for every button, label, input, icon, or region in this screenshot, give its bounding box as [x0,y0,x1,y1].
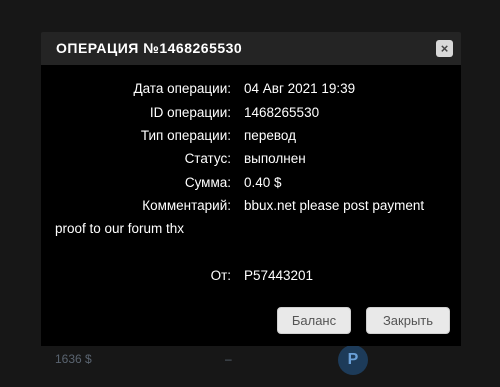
comment-label: Комментарий: [142,198,231,213]
modal-body: Дата операции: 04 Авг 2021 19:39 ID опер… [41,65,461,346]
id-value: 1468265530 [244,105,320,120]
amount-label: Сумма: [184,175,231,190]
payment-system-icon: P [338,345,368,375]
from-label: От: [210,268,231,283]
background-dash: – [225,352,232,366]
comment-continuation: proof to our forum thx [55,221,185,236]
id-label: ID операции: [149,105,231,120]
close-button[interactable]: Закрыть [366,307,450,334]
modal-title: ОПЕРАЦИЯ №1468265530 [56,40,243,56]
operation-modal: ОПЕРАЦИЯ №1468265530 × Дата операции: 04… [41,32,461,346]
close-icon[interactable]: × [436,40,453,57]
from-value: P57443201 [244,268,314,283]
date-label: Дата операции: [133,81,231,96]
date-value: 04 Авг 2021 19:39 [244,81,356,96]
background-amount: 1636 $ [55,352,92,366]
type-label: Тип операции: [140,128,231,143]
amount-value: 0.40 $ [244,175,282,190]
type-value: перевод [244,128,296,143]
modal-header: ОПЕРАЦИЯ №1468265530 × [41,32,461,65]
status-label: Статус: [184,151,231,166]
status-value: выполнен [244,151,306,166]
comment-value: bbux.net please post payment [244,198,425,213]
balance-button[interactable]: Баланс [277,307,351,334]
